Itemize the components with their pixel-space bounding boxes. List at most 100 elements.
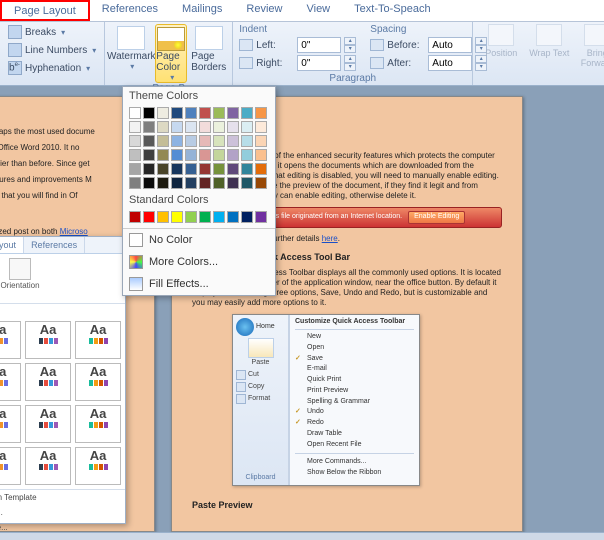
color-swatch[interactable] bbox=[185, 177, 197, 189]
qat-menu-item[interactable]: E-mail bbox=[295, 364, 414, 375]
color-swatch[interactable] bbox=[157, 121, 169, 133]
color-swatch[interactable] bbox=[171, 149, 183, 161]
color-swatch[interactable] bbox=[199, 107, 211, 119]
qat-show-below[interactable]: Show Below the Ribbon bbox=[295, 468, 414, 479]
color-swatch[interactable] bbox=[255, 177, 267, 189]
color-swatch[interactable] bbox=[227, 163, 239, 175]
color-swatch[interactable] bbox=[143, 149, 155, 161]
color-swatch[interactable] bbox=[185, 211, 197, 223]
more-colors-item[interactable]: More Colors... bbox=[123, 251, 275, 273]
color-swatch[interactable] bbox=[213, 211, 225, 223]
tab-tts[interactable]: Text-To-Speach bbox=[342, 0, 442, 21]
theme-thumbnail[interactable]: Aa bbox=[75, 405, 121, 443]
breaks-button[interactable]: Breaks▾ bbox=[6, 24, 67, 40]
reset-theme[interactable]: Reset to Theme from Template bbox=[0, 490, 125, 505]
tp-tab-references[interactable]: References bbox=[24, 237, 85, 253]
color-swatch[interactable] bbox=[227, 177, 239, 189]
color-swatch[interactable] bbox=[185, 149, 197, 161]
indent-left-input[interactable] bbox=[297, 37, 341, 53]
tab-page-layout[interactable]: Page Layout bbox=[0, 0, 90, 21]
color-swatch[interactable] bbox=[129, 163, 141, 175]
color-swatch[interactable] bbox=[157, 177, 169, 189]
color-swatch[interactable] bbox=[143, 135, 155, 147]
color-swatch[interactable] bbox=[199, 211, 211, 223]
color-swatch[interactable] bbox=[157, 107, 169, 119]
page-color-button[interactable]: Page Color▾ bbox=[155, 24, 187, 83]
color-swatch[interactable] bbox=[185, 121, 197, 133]
color-swatch[interactable] bbox=[241, 135, 253, 147]
color-swatch[interactable] bbox=[199, 177, 211, 189]
color-swatch[interactable] bbox=[157, 211, 169, 223]
qat-menu-item[interactable]: Draw Table bbox=[295, 429, 414, 440]
color-swatch[interactable] bbox=[241, 149, 253, 161]
spacing-after-input[interactable] bbox=[428, 55, 472, 71]
color-swatch[interactable] bbox=[241, 163, 253, 175]
color-swatch[interactable] bbox=[241, 121, 253, 133]
color-swatch[interactable] bbox=[185, 107, 197, 119]
color-swatch[interactable] bbox=[241, 177, 253, 189]
qat-menu-item[interactable]: Open bbox=[295, 343, 414, 354]
tab-review[interactable]: Review bbox=[234, 0, 294, 21]
save-theme[interactable]: Save Current Theme... bbox=[0, 520, 125, 535]
browse-themes[interactable]: Browse for Themes... bbox=[0, 505, 125, 520]
fill-effects-item[interactable]: Fill Effects... bbox=[123, 273, 275, 295]
color-swatch[interactable] bbox=[227, 121, 239, 133]
theme-thumbnail[interactable]: Aa bbox=[25, 405, 71, 443]
theme-thumbnail[interactable]: Aa bbox=[25, 447, 71, 485]
enable-editing-button[interactable]: Enable Editing bbox=[408, 211, 465, 224]
color-swatch[interactable] bbox=[227, 149, 239, 161]
color-swatch[interactable] bbox=[185, 135, 197, 147]
theme-thumbnail[interactable]: Aa bbox=[25, 321, 71, 359]
tab-mailings[interactable]: Mailings bbox=[170, 0, 234, 21]
color-swatch[interactable] bbox=[241, 107, 253, 119]
color-swatch[interactable] bbox=[255, 135, 267, 147]
color-swatch[interactable] bbox=[129, 135, 141, 147]
theme-thumbnail[interactable]: Aa bbox=[0, 321, 21, 359]
indent-left-spinner[interactable]: ▴▾ bbox=[344, 37, 356, 53]
color-swatch[interactable] bbox=[241, 211, 253, 223]
qat-menu-item[interactable]: Spelling & Grammar bbox=[295, 397, 414, 408]
theme-thumbnail[interactable]: Aa bbox=[25, 363, 71, 401]
qat-menu-item[interactable]: New bbox=[295, 332, 414, 343]
theme-thumbnail[interactable]: Aa bbox=[0, 363, 21, 401]
color-swatch[interactable] bbox=[171, 211, 183, 223]
qat-more-commands[interactable]: More Commands... bbox=[295, 457, 414, 468]
color-swatch[interactable] bbox=[255, 107, 267, 119]
tp-tab-page-layout[interactable]: Page Layout bbox=[0, 237, 24, 253]
theme-thumbnail[interactable]: Aa bbox=[75, 363, 121, 401]
color-swatch[interactable] bbox=[255, 211, 267, 223]
color-swatch[interactable] bbox=[143, 177, 155, 189]
qat-menu-item[interactable]: Undo bbox=[295, 407, 414, 418]
color-swatch[interactable] bbox=[199, 121, 211, 133]
theme-thumbnail[interactable]: Aa bbox=[0, 447, 21, 485]
color-swatch[interactable] bbox=[255, 121, 267, 133]
color-swatch[interactable] bbox=[129, 107, 141, 119]
color-swatch[interactable] bbox=[255, 149, 267, 161]
color-swatch[interactable] bbox=[157, 149, 169, 161]
theme-thumbnail[interactable]: Aa bbox=[75, 447, 121, 485]
qat-menu-item[interactable]: Quick Print bbox=[295, 375, 414, 386]
color-swatch[interactable] bbox=[129, 149, 141, 161]
tab-references[interactable]: References bbox=[90, 0, 170, 21]
color-swatch[interactable] bbox=[213, 149, 225, 161]
color-swatch[interactable] bbox=[157, 163, 169, 175]
color-swatch[interactable] bbox=[227, 211, 239, 223]
qat-menu-item[interactable]: Open Recent File bbox=[295, 440, 414, 451]
color-swatch[interactable] bbox=[143, 211, 155, 223]
color-swatch[interactable] bbox=[171, 177, 183, 189]
tp-orientation-button[interactable]: Orientation bbox=[3, 258, 37, 290]
color-swatch[interactable] bbox=[213, 121, 225, 133]
color-swatch[interactable] bbox=[171, 121, 183, 133]
color-swatch[interactable] bbox=[213, 177, 225, 189]
color-swatch[interactable] bbox=[227, 107, 239, 119]
color-swatch[interactable] bbox=[143, 163, 155, 175]
qat-menu-item[interactable]: Print Preview bbox=[295, 386, 414, 397]
page-borders-button[interactable]: Page Borders bbox=[191, 24, 226, 73]
theme-thumbnail[interactable]: Aa bbox=[75, 321, 121, 359]
color-swatch[interactable] bbox=[185, 163, 197, 175]
qat-menu-item[interactable]: Save bbox=[295, 354, 414, 365]
watermark-button[interactable]: Watermark▾ bbox=[111, 24, 151, 71]
color-swatch[interactable] bbox=[143, 107, 155, 119]
color-swatch[interactable] bbox=[255, 163, 267, 175]
color-swatch[interactable] bbox=[129, 211, 141, 223]
